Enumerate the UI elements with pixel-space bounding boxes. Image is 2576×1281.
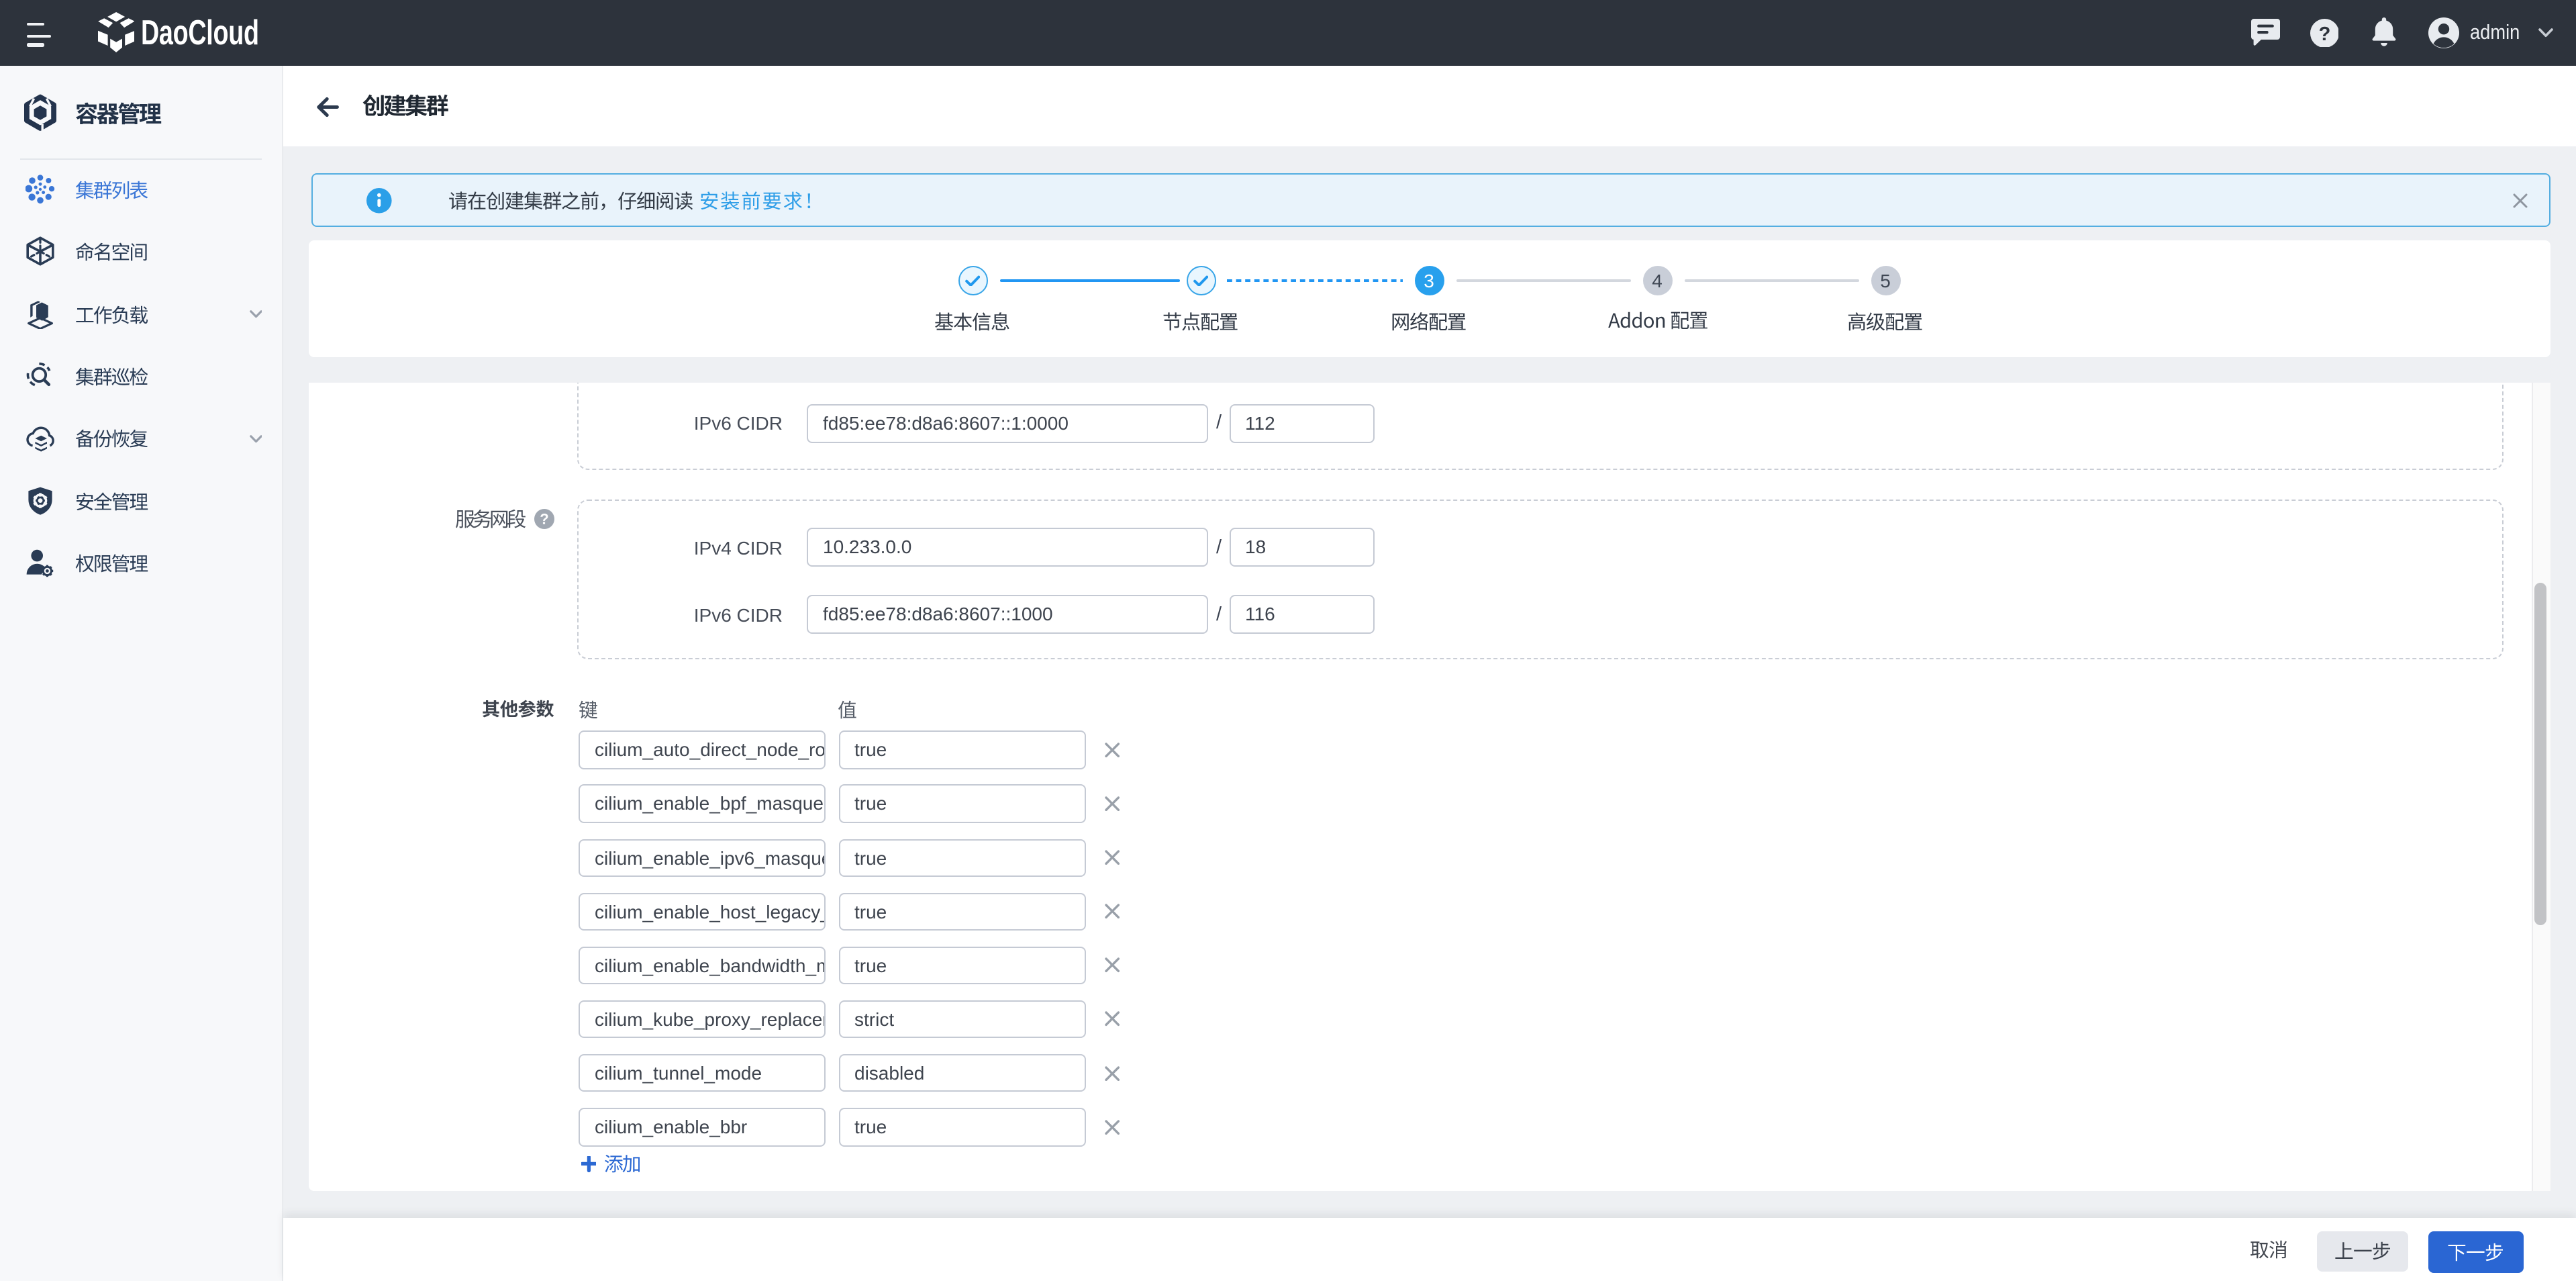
svg-text:?: ? [2318,23,2330,44]
svg-text:?: ? [540,511,548,528]
